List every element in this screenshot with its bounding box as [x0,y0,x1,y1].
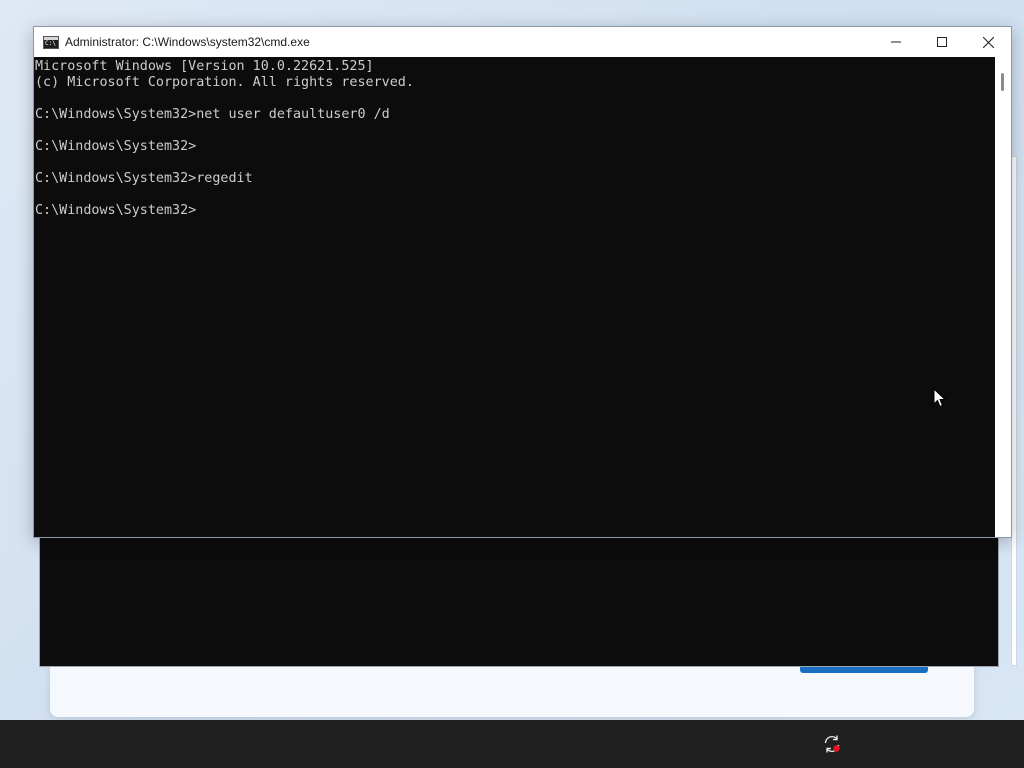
window-title: Administrator: C:\Windows\system32\cmd.e… [65,35,310,49]
title-bar[interactable]: Administrator: C:\Windows\system32\cmd.e… [34,27,1011,57]
sync-alert-icon[interactable] [822,734,842,754]
console-line: (c) Microsoft Corporation. All rights re… [35,75,414,90]
minimize-button[interactable] [873,27,919,57]
taskbar [0,720,1024,768]
console-output[interactable]: Microsoft Windows [Version 10.0.22621.52… [34,57,995,537]
vertical-scrollbar[interactable] [995,57,1011,537]
console-line: C:\Windows\System32>net user defaultuser… [35,107,390,122]
close-icon [982,36,994,48]
cmd-icon[interactable] [43,35,59,49]
window-controls [873,27,1011,57]
console-line: C:\Windows\System32> [35,139,197,154]
maximize-button[interactable] [919,27,965,57]
mouse-pointer-icon [933,388,947,408]
cmd-window: Administrator: C:\Windows\system32\cmd.e… [33,26,1012,538]
console-prompt-line[interactable]: C:\Windows\System32> [35,203,995,219]
console-line: Microsoft Windows [Version 10.0.22621.52… [35,59,374,74]
background-console-window [39,530,999,667]
minimize-icon [891,41,901,43]
setup-next-button[interactable] [800,666,928,673]
close-button[interactable] [965,27,1011,57]
console-line: C:\Windows\System32>regedit [35,171,253,186]
scrollbar-thumb[interactable] [1001,73,1004,91]
maximize-icon [937,37,947,47]
